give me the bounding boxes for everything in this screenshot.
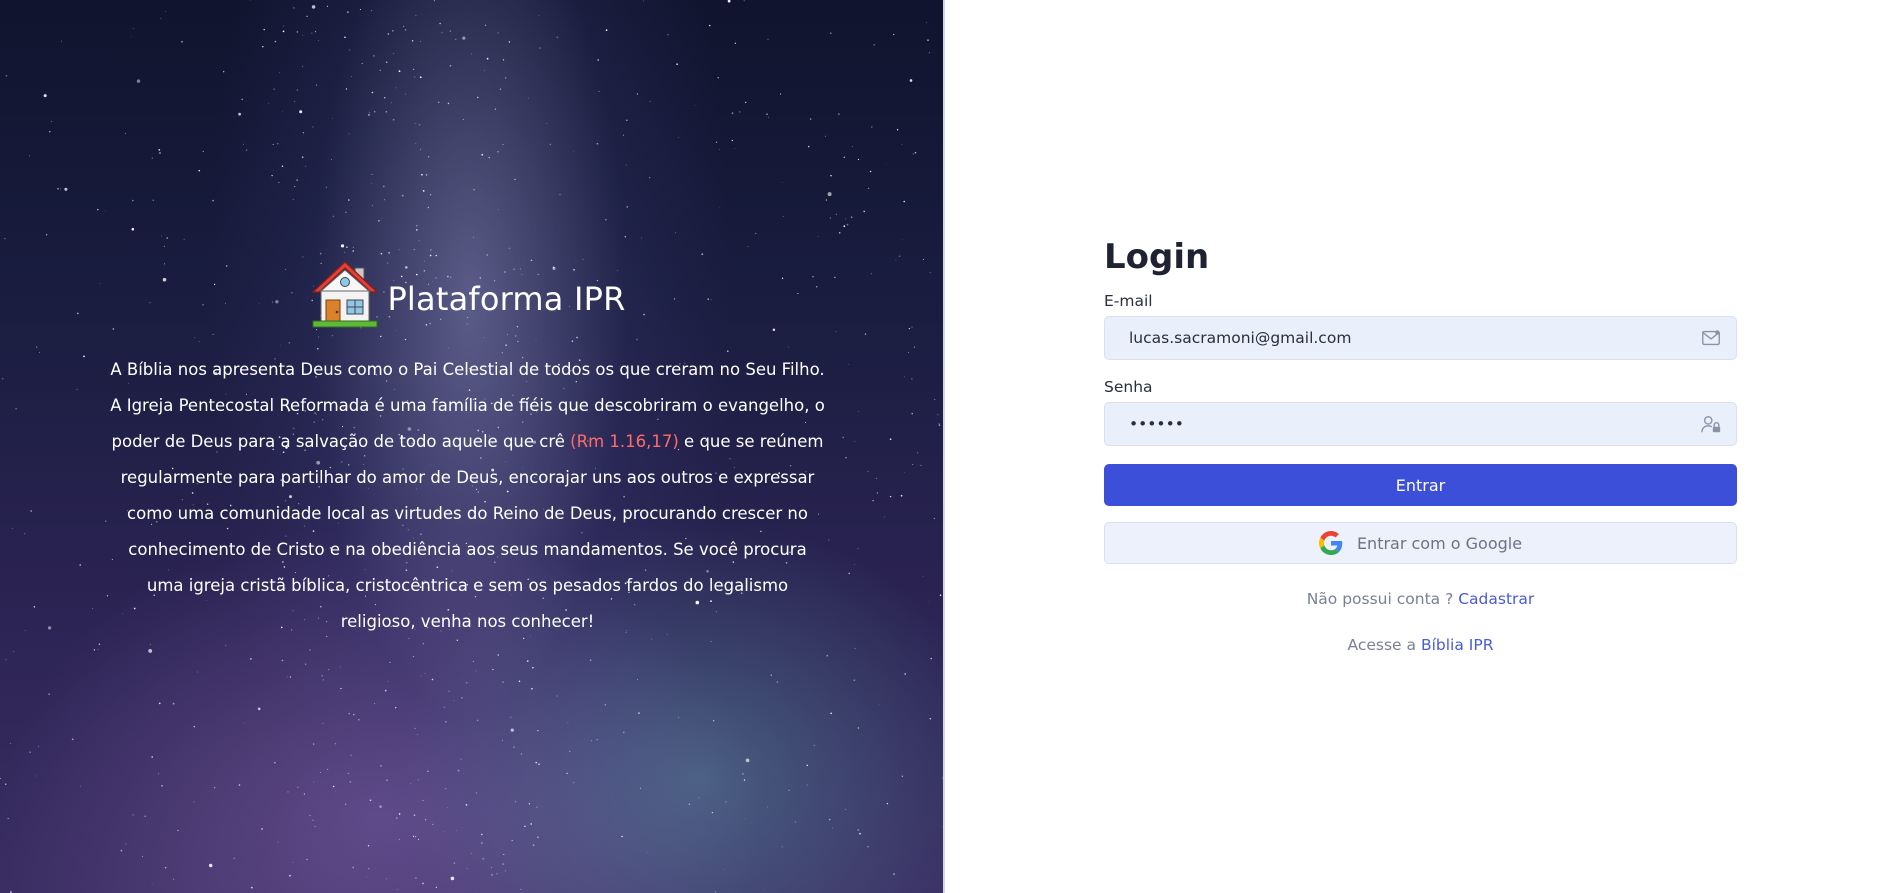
mail-icon [1702, 330, 1720, 346]
hero-panel: Plataforma IPR A Bíblia nos apresenta De… [0, 0, 945, 893]
login-panel: Login E-mail Senha E [945, 0, 1885, 893]
password-input[interactable] [1105, 403, 1736, 445]
email-field-wrapper [1104, 316, 1737, 360]
hero-content: Plataforma IPR A Bíblia nos apresenta De… [110, 258, 825, 640]
bible-verse-reference: (Rm 1.16,17) [570, 432, 679, 451]
password-label: Senha [1104, 378, 1153, 396]
hero-description: A Bíblia nos apresenta Deus como o Pai C… [110, 352, 825, 640]
login-form: Login E-mail Senha E [1104, 234, 1737, 654]
email-label: E-mail [1104, 292, 1153, 310]
google-login-button[interactable]: Entrar com o Google [1104, 522, 1737, 564]
signup-link[interactable]: Cadastrar [1458, 590, 1534, 608]
brand-title: Plataforma IPR [387, 280, 626, 318]
brand: Plataforma IPR [110, 258, 825, 330]
login-page: Plataforma IPR A Bíblia nos apresenta De… [0, 0, 1885, 893]
user-lock-icon [1701, 415, 1721, 433]
bible-link[interactable]: Bíblia IPR [1421, 636, 1494, 654]
bible-prompt-text: Acesse a [1347, 636, 1421, 654]
login-title: Login [1104, 237, 1210, 277]
google-icon [1318, 531, 1343, 555]
password-field-wrapper [1104, 402, 1737, 446]
email-input[interactable] [1105, 317, 1736, 359]
login-button[interactable]: Entrar [1104, 464, 1737, 506]
signup-prompt: Não possui conta ? Cadastrar [1104, 590, 1737, 608]
hero-text-part-2: e que se reúnem regularmente para partil… [120, 432, 824, 631]
house-icon [311, 261, 379, 328]
google-login-label: Entrar com o Google [1356, 533, 1523, 553]
signup-prompt-text: Não possui conta ? [1306, 590, 1459, 608]
bible-prompt: Acesse a Bíblia IPR [1104, 636, 1737, 654]
